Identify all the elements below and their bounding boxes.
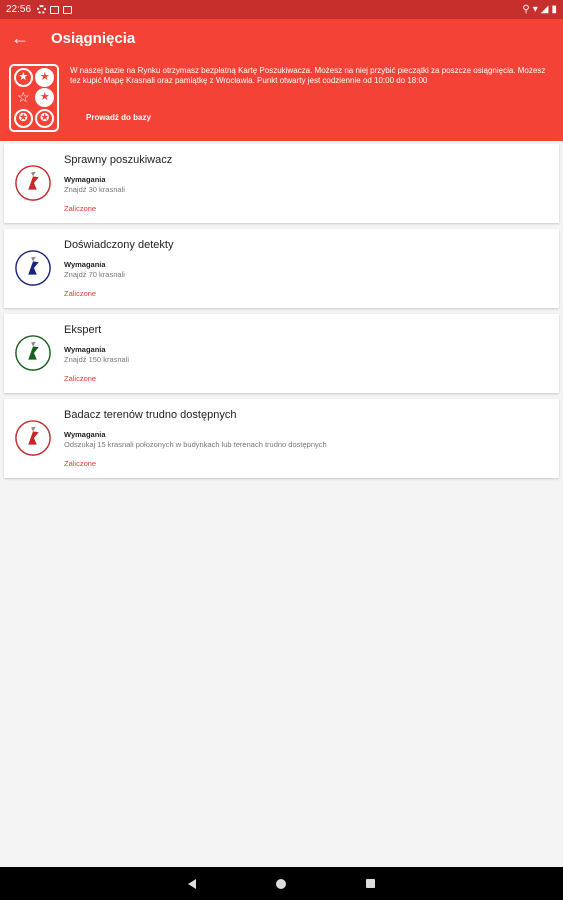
- star-badge-icon: ☆: [16, 89, 30, 106]
- banner-text: W naszej bazie na Rynku otrzymasz bezpła…: [70, 66, 546, 85]
- star-badge-icon: ★: [35, 68, 55, 88]
- status-completed: Zaliczone: [64, 459, 97, 468]
- page-title: Osiągnięcia: [51, 29, 136, 47]
- status-completed: Zaliczone: [64, 374, 97, 383]
- requirements-label: Wymagania: [64, 430, 106, 439]
- wifi-icon: ▾: [532, 4, 538, 15]
- navigate-to-base-button[interactable]: Prowadź do bazy: [86, 113, 151, 122]
- stamp-card-icon: ★ ★ ☆ ★ ✪ ✪: [9, 64, 59, 132]
- app-bar: ← Osiągnięcia: [0, 19, 563, 57]
- achievement-card[interactable]: Badacz terenów trudno dostępnych Wymagan…: [4, 399, 559, 478]
- achievement-name: Ekspert: [64, 324, 102, 336]
- star-badge-icon: ★: [13, 68, 33, 88]
- signal-icon: ◢: [540, 4, 549, 15]
- status-bar: 22:56 ⚲ ▾ ◢ ▮: [0, 0, 563, 19]
- requirements-text: Znajdź 30 krasnali: [64, 185, 125, 194]
- achievement-card[interactable]: Sprawny poszukiwacz Wymagania Znajdź 30 …: [4, 144, 559, 223]
- arrow-back-icon[interactable]: ←: [0, 19, 40, 57]
- dwarf-badge-icon: [15, 420, 51, 456]
- nav-home-icon[interactable]: [276, 878, 286, 889]
- star-badge-icon: ✪: [35, 108, 55, 128]
- nav-back-icon[interactable]: [188, 878, 196, 889]
- dwarf-badge-icon: [15, 165, 51, 201]
- status-completed: Zaliczone: [64, 204, 97, 213]
- settings-status-icon: [37, 5, 47, 14]
- achievement-card[interactable]: Doświadczony detekty Wymagania Znajdź 70…: [4, 229, 559, 308]
- status-completed: Zaliczone: [64, 289, 97, 298]
- requirements-label: Wymagania: [64, 260, 106, 269]
- achievement-name: Sprawny poszukiwacz: [64, 154, 173, 166]
- achievement-card[interactable]: Ekspert Wymagania Znajdź 150 krasnali Za…: [4, 314, 559, 393]
- battery-icon: ▮: [551, 4, 557, 15]
- status-time: 22:56: [6, 4, 32, 15]
- achievement-name: Badacz terenów trudno dostępnych: [64, 409, 237, 421]
- dwarf-badge-icon: [15, 250, 51, 286]
- requirements-text: Znajdź 70 krasnali: [64, 270, 125, 279]
- star-badge-icon: ★: [35, 88, 55, 108]
- star-badge-icon: ✪: [13, 108, 33, 128]
- status-right-icons: ⚲ ▾ ◢ ▮: [522, 4, 557, 15]
- achievement-name: Doświadczony detekty: [64, 239, 174, 251]
- requirements-text: Odszukaj 15 krasnali położonych w budynk…: [64, 440, 327, 449]
- info-banner: ★ ★ ☆ ★ ✪ ✪ W naszej bazie na Rynku otrz…: [0, 57, 563, 141]
- requirements-label: Wymagania: [64, 345, 106, 354]
- message-status-icon: [63, 5, 73, 14]
- location-icon: ⚲: [522, 4, 530, 15]
- achievement-list: Sprawny poszukiwacz Wymagania Znajdź 30 …: [4, 144, 559, 484]
- requirements-label: Wymagania: [64, 175, 106, 184]
- requirements-text: Znajdź 150 krasnali: [64, 355, 130, 364]
- dwarf-badge-icon: [15, 335, 51, 371]
- nav-recents-icon[interactable]: [366, 879, 375, 888]
- system-nav-bar: [0, 867, 563, 900]
- photo-status-icon: [50, 5, 60, 14]
